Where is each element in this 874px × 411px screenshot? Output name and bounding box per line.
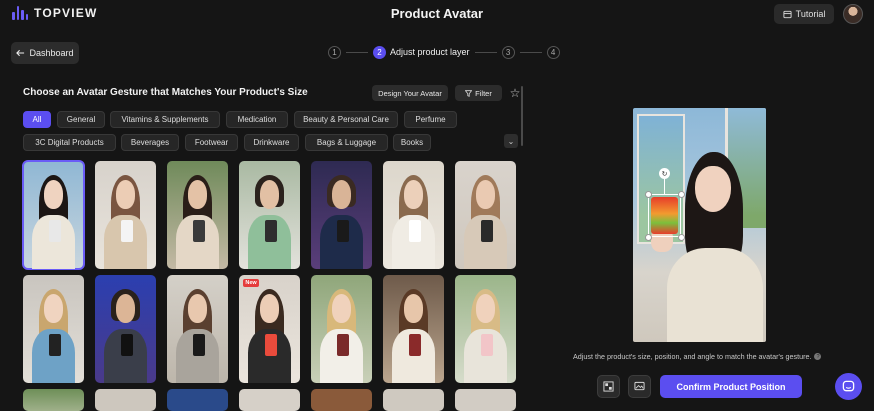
step-connector (519, 51, 542, 53)
category-chip-books[interactable]: Books (393, 134, 431, 151)
avatar-gesture-tile[interactable] (167, 389, 228, 411)
replace-image-button[interactable] (628, 375, 651, 398)
product-selection-box[interactable] (648, 194, 681, 237)
avatar-gesture-tile[interactable] (383, 161, 444, 269)
confirm-product-position-button[interactable]: Confirm Product Position (660, 375, 802, 398)
filter-label: Filter (475, 88, 492, 98)
avatar-gesture-tile[interactable] (23, 275, 84, 383)
category-chip-footwear[interactable]: Footwear (185, 134, 238, 151)
step-1: 1 (328, 45, 341, 59)
category-chip-vitamins[interactable]: Vitamins & Supplements (110, 111, 220, 128)
tutorial-label: Tutorial (795, 9, 826, 19)
avatar-gesture-tile[interactable] (23, 389, 84, 411)
avatar-gesture-tile[interactable] (239, 161, 300, 269)
progress-stepper: 1 2 Adjust product layer 3 4 (328, 45, 560, 59)
logo-text: TOPVIEW (34, 6, 98, 20)
avatar-gesture-tile[interactable] (455, 275, 516, 383)
avatar-gesture-tile[interactable] (455, 389, 516, 411)
rotate-icon[interactable]: ↻ (659, 168, 670, 179)
resize-handle-top-left[interactable] (645, 191, 652, 198)
category-chip-beauty[interactable]: Beauty & Personal Care (294, 111, 398, 128)
top-header: TOPVIEW Product Avatar Tutorial (0, 0, 874, 28)
step-4: 4 (546, 45, 560, 59)
step-2-label: Adjust product layer (390, 47, 470, 57)
resize-handle-top-right[interactable] (678, 191, 685, 198)
topview-logo-icon (12, 6, 28, 20)
avatar-gesture-tile[interactable] (455, 161, 516, 269)
page-title: Product Avatar (390, 6, 484, 21)
category-chip-drinkware[interactable]: Drinkware (244, 134, 299, 151)
filter-button[interactable]: Filter (455, 85, 502, 101)
arrow-left-icon (16, 49, 25, 57)
rotate-connector (664, 179, 665, 194)
category-chip-perfume[interactable]: Perfume (404, 111, 457, 128)
new-badge: New (243, 279, 259, 287)
category-chip-all[interactable]: All (23, 111, 51, 128)
book-icon (783, 10, 792, 18)
category-chip-3c-digital[interactable]: 3C Digital Products (23, 134, 116, 151)
avatar-gesture-tile[interactable] (95, 275, 156, 383)
step-connector (474, 51, 497, 53)
adjust-hint: Adjust the product's size, position, and… (573, 352, 822, 361)
remove-background-icon (603, 381, 614, 392)
avatar-gesture-tile[interactable] (311, 161, 372, 269)
category-chip-bags[interactable]: Bags & Luggage (305, 134, 388, 151)
dashboard-button[interactable]: Dashboard (11, 42, 79, 64)
avatar-gesture-tile[interactable] (167, 275, 228, 383)
design-avatar-button[interactable]: Design Your Avatar (372, 85, 448, 101)
gesture-section-title: Choose an Avatar Gesture that Matches Yo… (23, 87, 308, 98)
remove-background-button[interactable] (597, 375, 620, 398)
category-chip-medication[interactable]: Medication (226, 111, 288, 128)
resize-handle-bottom-left[interactable] (645, 234, 652, 241)
avatar-gesture-tile[interactable] (239, 389, 300, 411)
tutorial-button[interactable]: Tutorial (774, 4, 834, 24)
resize-handle-bottom-right[interactable] (678, 234, 685, 241)
category-chip-beverages[interactable]: Beverages (121, 134, 179, 151)
avatar-gesture-tile[interactable] (311, 275, 372, 383)
avatar-gesture-tile[interactable] (95, 161, 156, 269)
chevron-down-icon[interactable]: ⌄ (504, 134, 518, 148)
dashboard-label: Dashboard (29, 48, 74, 58)
avatar-gesture-tile[interactable] (383, 275, 444, 383)
adjust-hint-text: Adjust the product's size, position, and… (573, 352, 812, 361)
avatar-gesture-tile[interactable] (239, 275, 300, 383)
step-connector (346, 51, 368, 53)
chat-icon (842, 380, 855, 392)
avatar-gesture-tile[interactable] (167, 161, 228, 269)
category-chip-general[interactable]: General (57, 111, 105, 128)
chat-button[interactable] (835, 373, 862, 400)
user-avatar[interactable] (843, 4, 863, 24)
topview-logo[interactable]: TOPVIEW (12, 6, 98, 20)
step-2: 2 (373, 45, 386, 59)
replace-image-icon (634, 381, 645, 391)
avatar-gesture-tile[interactable] (95, 389, 156, 411)
avatar-gesture-tile[interactable] (383, 389, 444, 411)
avatar-gesture-tile[interactable] (22, 160, 85, 270)
step-3: 3 (501, 45, 515, 59)
star-icon[interactable]: ☆ (508, 85, 522, 101)
avatar-gesture-tile[interactable] (311, 389, 372, 411)
filter-icon (465, 89, 473, 97)
chips-scrollbar[interactable] (521, 86, 523, 146)
info-icon[interactable]: ? (814, 353, 822, 360)
